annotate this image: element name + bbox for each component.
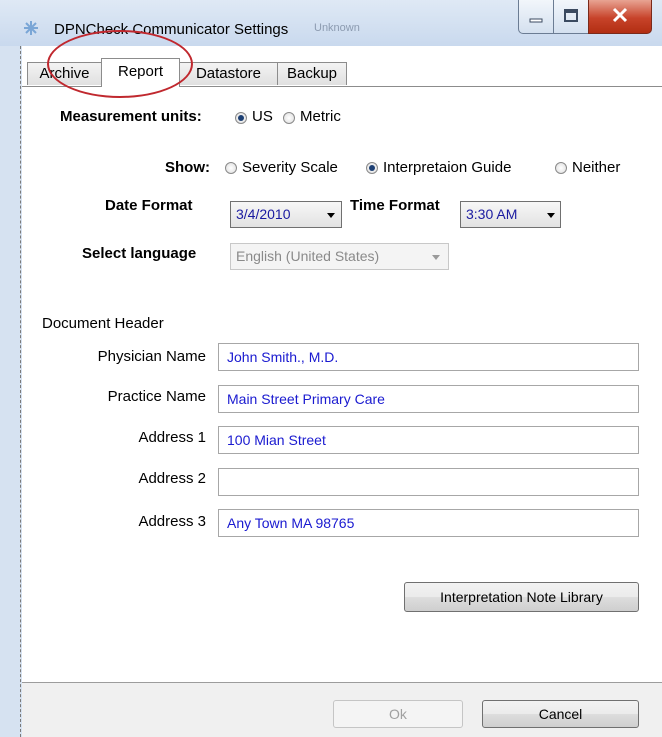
maximize-button[interactable] — [553, 0, 589, 34]
radio-metric-label[interactable]: Metric — [300, 108, 341, 125]
annotation-ellipse — [47, 30, 193, 98]
chevron-down-icon — [547, 213, 555, 218]
radio-us[interactable] — [235, 112, 247, 124]
time-format-dropdown[interactable]: 3:30 AM — [460, 201, 561, 228]
address-2-field[interactable] — [218, 468, 639, 496]
time-format-label: Time Format — [350, 197, 440, 214]
date-format-label: Date Format — [105, 197, 193, 214]
date-format-value: 3/4/2010 — [236, 206, 291, 222]
address-1-field[interactable]: 100 Mian Street — [218, 426, 639, 454]
language-dropdown[interactable]: English (United States) — [230, 243, 449, 270]
practice-name-label: Practice Name — [107, 388, 206, 405]
chevron-down-icon — [432, 255, 440, 260]
address-2-label: Address 2 — [138, 470, 206, 487]
physician-name-field[interactable]: John Smith., M.D. — [218, 343, 639, 371]
radio-neither-label[interactable]: Neither — [572, 159, 620, 176]
cancel-button[interactable]: Cancel — [482, 700, 639, 728]
physician-name-label: Physician Name — [97, 348, 206, 365]
radio-severity-scale-label[interactable]: Severity Scale — [242, 159, 338, 176]
show-label: Show: — [165, 159, 210, 176]
radio-us-label[interactable]: US — [252, 108, 273, 125]
tab-datastore[interactable]: Datastore — [179, 62, 278, 85]
minimize-icon — [529, 18, 543, 23]
address-3-field[interactable]: Any Town MA 98765 — [218, 509, 639, 537]
minimize-button[interactable] — [518, 0, 554, 34]
document-header-label: Document Header — [42, 315, 164, 332]
address-3-label: Address 3 — [138, 513, 206, 530]
ok-button[interactable]: Ok — [333, 700, 463, 728]
radio-interpretation-guide-label[interactable]: Interpretaion Guide — [383, 159, 511, 176]
settings-window: DPNCheck Communicator Settings Unknown A… — [0, 0, 662, 737]
interpretation-note-library-button[interactable]: Interpretation Note Library — [404, 582, 639, 612]
time-format-value: 3:30 AM — [466, 206, 518, 222]
radio-metric[interactable] — [283, 112, 295, 124]
address-1-label: Address 1 — [138, 429, 206, 446]
measurement-units-label: Measurement units: — [60, 108, 202, 125]
radio-interpretation-guide[interactable] — [366, 162, 378, 174]
window-frame — [0, 46, 22, 737]
app-icon — [24, 21, 38, 35]
close-icon — [612, 7, 628, 23]
radio-severity-scale[interactable] — [225, 162, 237, 174]
practice-name-field[interactable]: Main Street Primary Care — [218, 385, 639, 413]
language-value: English (United States) — [236, 248, 380, 264]
chevron-down-icon — [327, 213, 335, 218]
date-format-dropdown[interactable]: 3/4/2010 — [230, 201, 342, 228]
maximize-icon — [564, 9, 578, 22]
client-area: Archive Report Datastore Backup Measurem… — [22, 46, 662, 737]
radio-neither[interactable] — [555, 162, 567, 174]
tab-backup[interactable]: Backup — [277, 62, 347, 85]
close-button[interactable] — [588, 0, 652, 34]
window-title-ghost: Unknown — [314, 22, 360, 34]
select-language-label: Select language — [82, 245, 197, 262]
